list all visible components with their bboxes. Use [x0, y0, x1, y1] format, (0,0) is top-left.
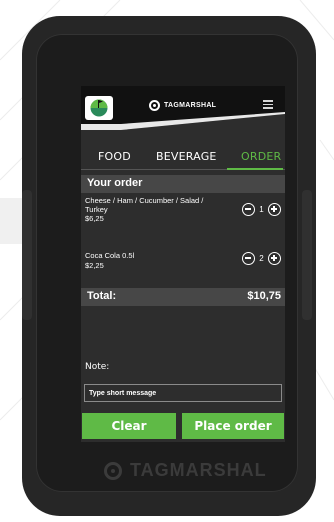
tab-food[interactable]: FOOD	[98, 150, 131, 163]
item-name: Coca Cola 0.5l	[85, 251, 135, 260]
tagmarshal-emblem-icon	[104, 461, 122, 480]
increase-quantity-button[interactable]	[268, 252, 281, 265]
active-tab-indicator	[227, 168, 283, 170]
note-input[interactable]	[84, 384, 282, 402]
decrease-quantity-button[interactable]	[242, 203, 255, 216]
total-label: Total:	[87, 290, 117, 302]
device-screen: TAGMARSHAL FOOD BEVERAGE ORDER Your orde…	[81, 86, 285, 442]
device-brand-mark: TAGMARSHAL	[104, 460, 267, 481]
quantity-stepper: 2	[242, 252, 281, 265]
item-name: Cheese / Ham / Cucumber / Salad / Turkey	[85, 196, 204, 214]
order-item: Coca Cola 0.5l $2,25 2	[85, 251, 281, 270]
order-total-bar: Total: $10,75	[81, 288, 285, 306]
place-order-button[interactable]: Place order	[182, 413, 284, 439]
device-side-grip-left	[22, 190, 32, 320]
clear-button[interactable]: Clear	[82, 413, 176, 439]
category-tabs: FOOD BEVERAGE ORDER	[81, 146, 285, 170]
device-side-grip-right	[302, 190, 312, 320]
app-header: TAGMARSHAL	[81, 86, 285, 130]
golf-course-logo	[85, 96, 113, 120]
brand: TAGMARSHAL	[149, 99, 216, 111]
quantity-stepper: 1	[242, 203, 281, 216]
total-value: $10,75	[247, 290, 281, 302]
item-quantity: 1	[259, 205, 264, 214]
increase-quantity-button[interactable]	[268, 203, 281, 216]
item-quantity: 2	[259, 254, 264, 263]
tab-beverage[interactable]: BEVERAGE	[156, 150, 217, 163]
tagmarshal-logo-icon	[149, 99, 160, 111]
tab-order[interactable]: ORDER	[241, 150, 281, 163]
order-item: Cheese / Ham / Cucumber / Salad / Turkey…	[85, 196, 281, 223]
device-brand-text: TAGMARSHAL	[130, 460, 267, 480]
order-section-header: Your order	[81, 175, 285, 193]
hamburger-menu-icon[interactable]	[263, 100, 273, 109]
decrease-quantity-button[interactable]	[242, 252, 255, 265]
brand-name: TAGMARSHAL	[164, 101, 217, 109]
note-label: Note:	[85, 362, 110, 372]
order-title: Your order	[87, 177, 143, 189]
